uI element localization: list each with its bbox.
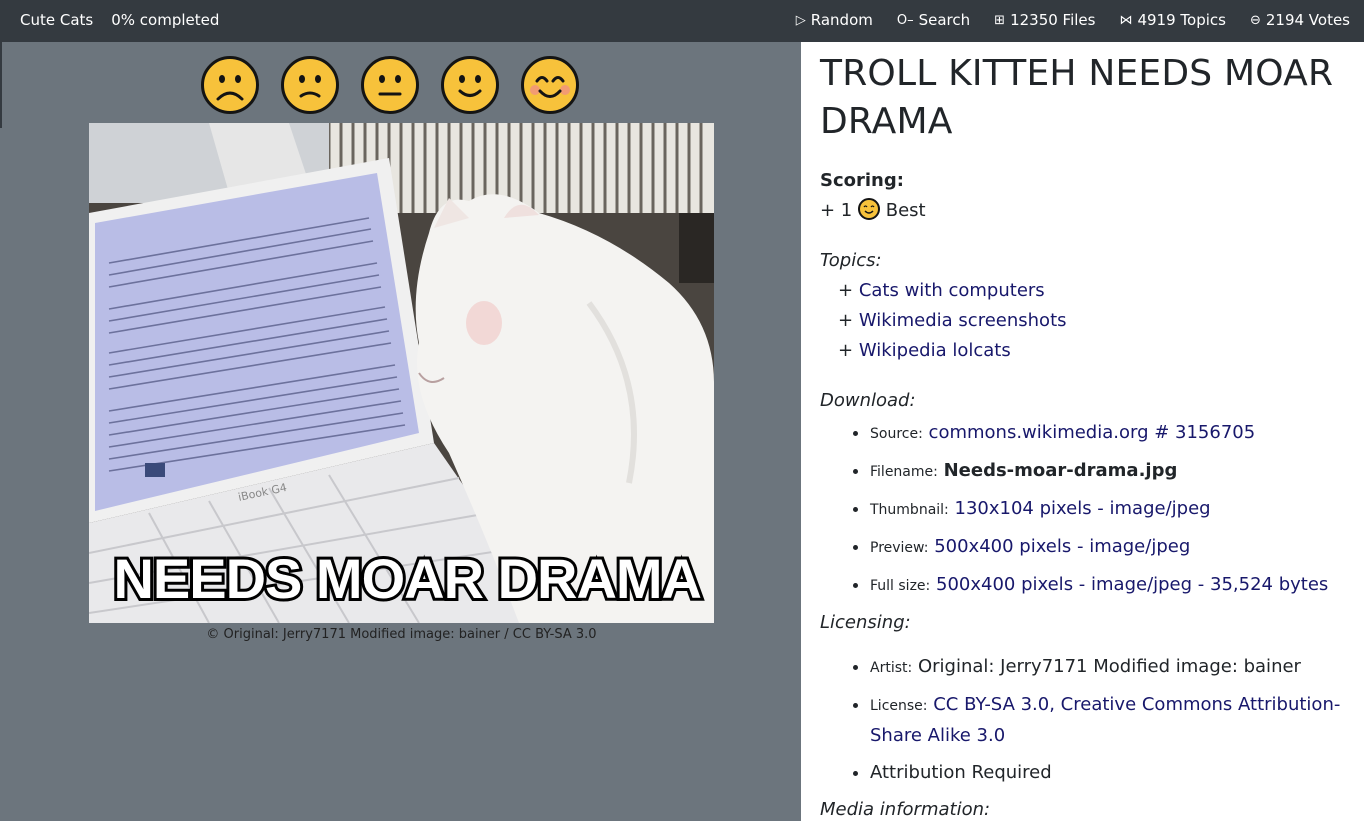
- licensing-list: Artist: Original: Jerry7171 Modified ima…: [820, 652, 1344, 788]
- filename-value: Needs-moar-drama.jpg: [943, 460, 1178, 481]
- brand-area: Cute Cats 0% completed: [20, 11, 219, 29]
- license-type: License: CC BY-SA 3.0, Creative Commons …: [870, 690, 1344, 751]
- score-line: + 1 Best: [820, 196, 1344, 226]
- key-icon: O–: [896, 12, 914, 28]
- play-icon: ▷: [795, 12, 806, 28]
- filename-label: Filename:: [870, 464, 938, 480]
- topic-link-cats-with-computers[interactable]: Cats with computers: [859, 280, 1045, 301]
- nav-votes[interactable]: ⊖ 2194 Votes: [1250, 11, 1350, 29]
- download-thumbnail: Thumbnail: 130x104 pixels - image/jpeg: [870, 494, 1344, 525]
- image-credit: © Original: Jerry7171 Modified image: ba…: [206, 627, 597, 642]
- main-photo[interactable]: iBook G4 NEEDS MOAR DRAMA: [89, 123, 714, 623]
- grid-icon: ⊞: [994, 12, 1006, 28]
- source-link[interactable]: commons.wikimedia.org # 3156705: [929, 422, 1256, 443]
- scoring-label: Scoring:: [820, 170, 904, 191]
- source-label: Source:: [870, 426, 923, 442]
- rating-faces: [201, 56, 579, 114]
- topic-item: + Wikimedia screenshots: [838, 310, 1067, 331]
- bowtie-icon: ⋈: [1119, 12, 1133, 28]
- download-label: Download:: [820, 390, 916, 411]
- topic-link-wikimedia-screenshots[interactable]: Wikimedia screenshots: [859, 310, 1067, 331]
- nav-topics-label: 4919 Topics: [1137, 11, 1226, 29]
- meme-caption: NEEDS MOAR DRAMA: [113, 547, 701, 610]
- nav-files-label: 12350 Files: [1010, 11, 1096, 29]
- fullsize-link[interactable]: 500x400 pixels - image/jpeg - 35,524 byt…: [936, 574, 1328, 595]
- nav-files[interactable]: ⊞ 12350 Files: [994, 11, 1095, 29]
- score-text: Best: [885, 200, 926, 221]
- progress-text: 0% completed: [111, 11, 220, 29]
- download-fullsize: Full size: 500x400 pixels - image/jpeg -…: [870, 570, 1344, 601]
- preview-label: Preview:: [870, 540, 929, 556]
- nav-random[interactable]: ▷ Random: [796, 11, 873, 29]
- download-preview: Preview: 500x400 pixels - image/jpeg: [870, 532, 1344, 563]
- thumbnail-link[interactable]: 130x104 pixels - image/jpeg: [955, 498, 1211, 519]
- topics-label: Topics:: [820, 250, 882, 271]
- license-link[interactable]: CC BY-SA 3.0, Creative Commons Attributi…: [870, 694, 1340, 746]
- nav-votes-label: 2194 Votes: [1265, 11, 1350, 29]
- vote-icon: ⊖: [1249, 12, 1261, 28]
- image-pane: iBook G4 NEEDS MOAR DRAMA © Original: Je…: [0, 42, 801, 821]
- download-filename: Filename: Needs-moar-drama.jpg: [870, 456, 1344, 487]
- license-attribution: Attribution Required: [870, 758, 1344, 788]
- fullsize-label: Full size:: [870, 578, 931, 594]
- topics-list: + Cats with computers + Wikimedia screen…: [838, 276, 1344, 366]
- nav-links: ▷ Random O– Search ⊞ 12350 Files ⋈ 4919 …: [796, 11, 1350, 29]
- preview-link[interactable]: 500x400 pixels - image/jpeg: [934, 536, 1190, 557]
- very-sad-face-icon[interactable]: [201, 56, 259, 114]
- happy-face-icon: [858, 198, 880, 220]
- nav-search-label: Search: [918, 11, 971, 29]
- thumbnail-label: Thumbnail:: [870, 502, 949, 518]
- topic-item: + Cats with computers: [838, 280, 1045, 301]
- pane-edge: [0, 42, 2, 128]
- license-artist: Artist: Original: Jerry7171 Modified ima…: [870, 652, 1344, 683]
- happy-face-icon[interactable]: [521, 56, 579, 114]
- licensing-label: Licensing:: [820, 612, 911, 633]
- top-navbar: Cute Cats 0% completed ▷ Random O– Searc…: [0, 0, 1364, 42]
- license-label: License:: [870, 698, 928, 714]
- nav-topics[interactable]: ⋈ 4919 Topics: [1119, 11, 1225, 29]
- attribution-text: Attribution Required: [870, 762, 1052, 783]
- neutral-face-icon[interactable]: [361, 56, 419, 114]
- details-pane: TROLL KITTEH NEEDS MOAR DRAMA Scoring: +…: [801, 42, 1364, 821]
- artist-label: Artist:: [870, 660, 913, 676]
- topic-link-wikipedia-lolcats[interactable]: Wikipedia lolcats: [859, 340, 1011, 361]
- media-info-label: Media information:: [820, 799, 991, 820]
- download-source: Source: commons.wikimedia.org # 3156705: [870, 418, 1344, 449]
- page-title: TROLL KITTEH NEEDS MOAR DRAMA: [820, 53, 1334, 142]
- nav-search[interactable]: O– Search: [897, 11, 970, 29]
- topic-item: + Wikipedia lolcats: [838, 340, 1011, 361]
- download-list: Source: commons.wikimedia.org # 3156705 …: [820, 418, 1344, 601]
- sad-face-icon[interactable]: [281, 56, 339, 114]
- score-prefix: + 1: [820, 200, 853, 221]
- brand-link[interactable]: Cute Cats: [20, 11, 93, 29]
- slight-smile-face-icon[interactable]: [441, 56, 499, 114]
- nav-random-label: Random: [810, 11, 873, 29]
- artist-value: Original: Jerry7171 Modified image: bain…: [917, 656, 1301, 677]
